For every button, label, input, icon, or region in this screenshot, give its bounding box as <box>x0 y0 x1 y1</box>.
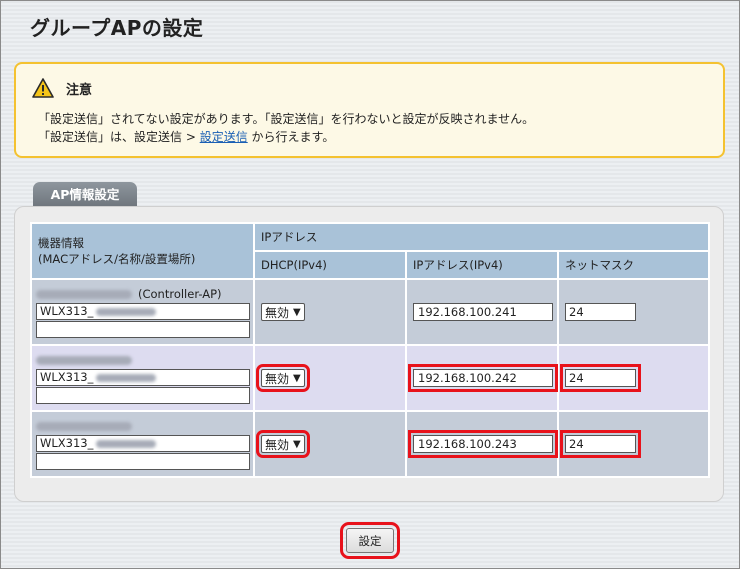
warning-triangle-icon <box>32 78 54 98</box>
ip-cell: 192.168.100.241 <box>405 278 559 346</box>
device-info-cell: WLX313_ <box>30 344 255 412</box>
ap-name-input[interactable]: WLX313_ <box>36 369 250 386</box>
notice-line-1: 「設定送信」されてない設定があります。「設定送信」を行わないと設定が反映されませ… <box>38 112 535 126</box>
device-info-header: 機器情報 (MACアドレス/名称/設置場所) <box>30 222 255 280</box>
ip-cell: 192.168.100.242 <box>405 344 559 412</box>
ap-settings-table: 機器情報 (MACアドレス/名称/設置場所) IPアドレス DHCP(IPv4)… <box>30 222 711 478</box>
table-row: (Controller-AP) WLX313_ 無効 ▼ 192.168.100.… <box>30 278 711 346</box>
ap-location-input[interactable] <box>36 387 250 404</box>
chevron-down-icon: ▼ <box>293 372 301 384</box>
ipv4-address-header: IPアドレス(IPv4) <box>405 250 559 280</box>
mac-address: (Controller-AP) <box>36 286 253 302</box>
ip-cell: 192.168.100.243 <box>405 410 559 478</box>
netmask-cell: 24 <box>556 410 711 478</box>
ipv4-address-input[interactable]: 192.168.100.242 <box>408 364 558 392</box>
redacted-mac <box>36 355 132 365</box>
table-header-row: 機器情報 (MACアドレス/名称/設置場所) IPアドレス <box>30 222 711 280</box>
ap-location-input[interactable] <box>36 453 250 470</box>
page-title: グループAPの設定 <box>30 16 204 40</box>
netmask-cell: 24 <box>556 278 711 346</box>
send-settings-link[interactable]: 設定送信 <box>200 130 248 144</box>
redacted-name <box>96 439 157 448</box>
mac-address <box>36 418 253 434</box>
notice-box: 注意 「設定送信」されてない設定があります。「設定送信」を行わないと設定が反映さ… <box>14 62 725 158</box>
ipv4-address-input[interactable]: 192.168.100.241 <box>413 303 553 321</box>
device-info-cell: (Controller-AP) WLX313_ <box>30 278 255 346</box>
ap-name-input[interactable]: WLX313_ <box>36 435 250 452</box>
dhcp-select[interactable]: 無効 ▼ <box>256 364 310 392</box>
ip-address-group-header: IPアドレス <box>252 222 711 252</box>
table-row: WLX313_ 無効 ▼ 192.168.100.243 24 <box>30 410 711 478</box>
redacted-name <box>96 307 157 316</box>
ap-name-input[interactable]: WLX313_ <box>36 303 250 320</box>
tab-ap-info-settings[interactable]: AP情報設定 <box>33 182 137 208</box>
notice-line-2-suffix: から行えます。 <box>247 130 335 144</box>
dhcp-select[interactable]: 無効 ▼ <box>256 430 310 458</box>
mac-address <box>36 352 253 368</box>
netmask-cell: 24 <box>556 344 711 412</box>
redacted-name <box>96 373 157 382</box>
device-info-cell: WLX313_ <box>30 410 255 478</box>
notice-line-2: 「設定送信」は、設定送信 > 設定送信 から行えます。 <box>38 128 334 145</box>
dhcp-select[interactable]: 無効 ▼ <box>261 303 305 321</box>
dhcp-cell: 無効 ▼ <box>253 344 407 412</box>
controller-ap-label: (Controller-AP) <box>138 287 222 301</box>
netmask-input[interactable]: 24 <box>565 303 636 321</box>
dhcp-cell: 無効 ▼ <box>253 278 407 346</box>
netmask-input[interactable]: 24 <box>560 430 641 458</box>
ap-location-input[interactable] <box>36 321 250 338</box>
chevron-down-icon: ▼ <box>293 306 301 318</box>
redacted-mac <box>36 289 132 299</box>
dhcp-header: DHCP(IPv4) <box>253 250 407 280</box>
set-button[interactable]: 設定 <box>340 522 400 559</box>
device-info-header-line-2: (MACアドレス/名称/設置場所) <box>38 252 196 266</box>
netmask-header: ネットマスク <box>556 250 711 280</box>
chevron-down-icon: ▼ <box>293 438 301 450</box>
notice-line-2-prefix: 「設定送信」は、設定送信 > <box>38 130 200 144</box>
redacted-mac <box>36 421 132 431</box>
notice-header: 注意 <box>32 78 92 98</box>
dhcp-cell: 無効 ▼ <box>253 410 407 478</box>
notice-heading: 注意 <box>66 82 93 98</box>
ipv4-address-input[interactable]: 192.168.100.243 <box>408 430 558 458</box>
netmask-input[interactable]: 24 <box>560 364 641 392</box>
device-info-header-line-1: 機器情報 <box>38 236 84 250</box>
table-row: WLX313_ 無効 ▼ 192.168.100.242 24 <box>30 344 711 412</box>
